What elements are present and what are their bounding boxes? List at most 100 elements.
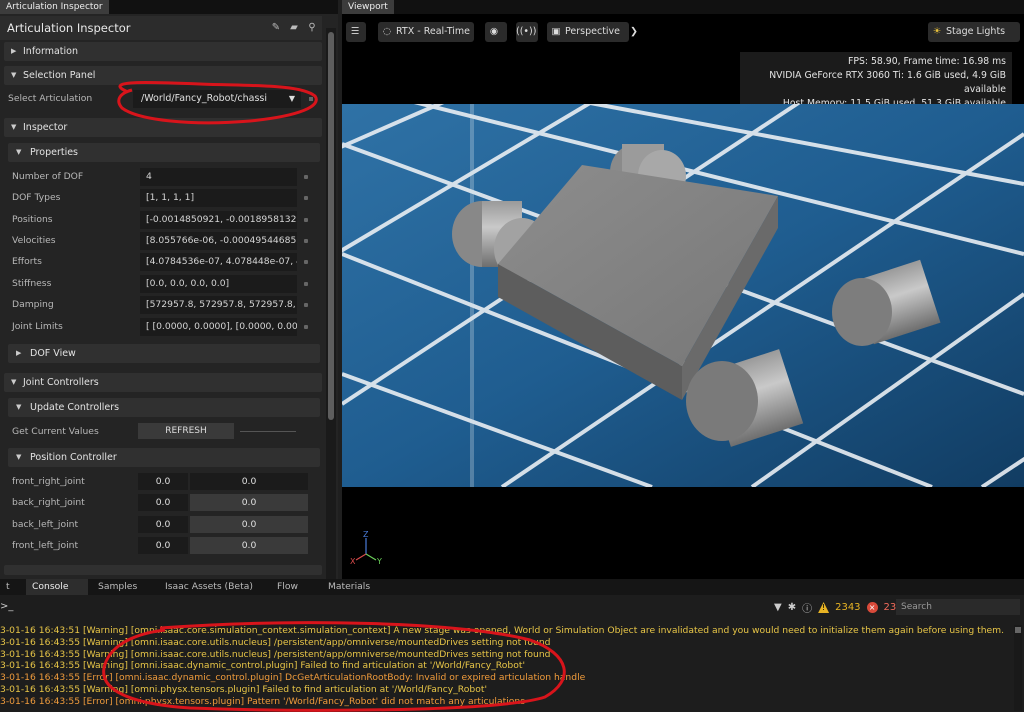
log-line-error: 3-01-16 16:43:55 [Error] [omni.isaac.dyn… bbox=[0, 672, 586, 684]
reset-dot-icon[interactable] bbox=[304, 325, 308, 329]
stage-lights-button[interactable]: ☀ Stage Lights bbox=[928, 22, 1020, 42]
scrollbar-thumb[interactable] bbox=[1015, 627, 1021, 633]
tab-isaac-assets[interactable]: Isaac Assets (Beta) bbox=[159, 579, 259, 595]
property-value[interactable]: 4 bbox=[140, 168, 297, 186]
joint-target-field[interactable]: 0.0 bbox=[138, 494, 188, 511]
section-information[interactable]: ▶ Information bbox=[4, 42, 322, 61]
section-dof-view[interactable]: ▶ DOF View bbox=[8, 344, 320, 363]
panel-title: Articulation Inspector bbox=[7, 21, 131, 35]
axis-gizmo: Z X Y bbox=[350, 530, 382, 566]
slider-track[interactable] bbox=[240, 431, 296, 432]
info-icon[interactable]: ⓘ bbox=[802, 600, 812, 615]
property-key: Stiffness bbox=[12, 278, 52, 289]
tab-partial[interactable]: t bbox=[0, 579, 16, 595]
chevron-right-icon: ❯ bbox=[630, 26, 638, 37]
console-prompt[interactable]: >_ bbox=[0, 601, 13, 612]
folder-icon[interactable]: ▰ bbox=[288, 22, 300, 33]
joint-value-slider[interactable]: 0.0 bbox=[190, 494, 308, 511]
reset-dot-icon[interactable] bbox=[304, 260, 308, 264]
tab-samples[interactable]: Samples bbox=[92, 579, 143, 595]
property-value[interactable]: [4.0784536e-07, 4.078448e-07, 4.0 bbox=[140, 253, 297, 271]
select-articulation-value: /World/Fancy_Robot/chassi bbox=[141, 93, 268, 104]
section-update-controllers-label: Update Controllers bbox=[30, 402, 120, 413]
panel-scrollbar[interactable] bbox=[326, 28, 336, 579]
camera-button[interactable]: ▣ Perspective bbox=[547, 22, 629, 42]
section-position-controller[interactable]: ▼ Position Controller bbox=[8, 448, 320, 467]
console-search-input[interactable]: Search bbox=[896, 599, 1020, 615]
section-update-controllers[interactable]: ▼ Update Controllers bbox=[8, 398, 320, 417]
get-current-values-label: Get Current Values bbox=[12, 426, 99, 437]
log-line: 3-01-16 16:43:55 [Warning] [omni.isaac.d… bbox=[0, 660, 525, 672]
property-value[interactable]: [572957.8, 572957.8, 572957.8, 57 bbox=[140, 296, 297, 314]
visibility-button[interactable]: ◉ bbox=[485, 22, 507, 42]
tab-articulation-inspector[interactable]: Articulation Inspector bbox=[0, 0, 109, 14]
filter-icon[interactable]: ▼ bbox=[774, 602, 782, 613]
axis-z-label: Z bbox=[363, 530, 369, 539]
joint-target-field[interactable]: 0.0 bbox=[138, 516, 188, 533]
reset-dot-icon[interactable] bbox=[304, 196, 308, 200]
bottom-tabstrip: t Console Samples Isaac Assets (Beta) Fl… bbox=[0, 579, 1024, 595]
joint-target-field[interactable]: 0.0 bbox=[138, 537, 188, 554]
property-row: Stiffness [0.0, 0.0, 0.0, 0.0] bbox=[12, 275, 312, 293]
property-value[interactable]: [8.055766e-06, -0.00049544685, 3. bbox=[140, 232, 297, 250]
axis-x-label: X bbox=[350, 557, 356, 566]
tab-flow[interactable]: Flow bbox=[271, 579, 304, 595]
joint-row: back_left_joint 0.0 0.0 bbox=[12, 516, 312, 534]
refresh-button[interactable]: REFRESH bbox=[138, 423, 234, 439]
tab-viewport[interactable]: Viewport bbox=[342, 0, 394, 14]
reset-dot-icon[interactable] bbox=[304, 282, 308, 286]
reset-dot-icon[interactable] bbox=[304, 239, 308, 243]
console-scrollbar[interactable] bbox=[1014, 625, 1022, 711]
link-icon[interactable]: ⚲ bbox=[306, 22, 318, 33]
broadcast-icon: ((•)) bbox=[516, 26, 537, 37]
warning-icon[interactable]: ! bbox=[818, 602, 830, 613]
renderer-button[interactable]: ◌ RTX - Real-Time bbox=[378, 22, 474, 42]
property-row: Velocities [8.055766e-06, -0.00049544685,… bbox=[12, 232, 312, 250]
joint-row: front_left_joint 0.0 0.0 bbox=[12, 537, 312, 555]
section-selection-panel[interactable]: ▼ Selection Panel bbox=[4, 66, 322, 85]
log-line: 3-01-16 16:43:51 [Warning] [omni.isaac.c… bbox=[0, 625, 1005, 636]
log-line: 3-01-16 16:43:55 [Warning] [omni.physx.t… bbox=[0, 683, 487, 695]
property-value[interactable]: [0.0, 0.0, 0.0, 0.0] bbox=[140, 275, 297, 293]
section-joint-controllers-label: Joint Controllers bbox=[23, 377, 99, 388]
reset-dot-icon[interactable] bbox=[309, 97, 313, 101]
expanded-arrow-icon: ▼ bbox=[11, 71, 17, 79]
audio-button[interactable]: ((•)) bbox=[516, 22, 538, 42]
select-articulation-dropdown[interactable]: /World/Fancy_Robot/chassi ▼ bbox=[133, 90, 301, 108]
property-value[interactable]: [1, 1, 1, 1] bbox=[140, 189, 297, 207]
property-value[interactable]: [ [0.0000, 0.0000], [0.0000, 0.0000], bbox=[140, 318, 297, 336]
joint-value-slider[interactable]: 0.0 bbox=[190, 516, 308, 533]
property-row: DOF Types [1, 1, 1, 1] bbox=[12, 189, 312, 207]
scrollbar-thumb[interactable] bbox=[328, 32, 334, 420]
clear-icon[interactable]: ✱ bbox=[788, 602, 796, 613]
joint-target-field[interactable]: 0.0 bbox=[138, 473, 188, 490]
reset-dot-icon[interactable] bbox=[304, 303, 308, 307]
error-icon[interactable]: × bbox=[866, 602, 878, 613]
section-inspector-label: Inspector bbox=[23, 122, 68, 133]
joint-value-slider[interactable]: 0.0 bbox=[190, 537, 308, 554]
edit-icon[interactable]: ✎ bbox=[270, 22, 282, 33]
joint-value-slider[interactable]: 0.0 bbox=[190, 473, 308, 490]
reset-dot-icon[interactable] bbox=[304, 175, 308, 179]
section-joint-controllers[interactable]: ▼ Joint Controllers bbox=[4, 373, 322, 392]
axis-y-label: Y bbox=[376, 557, 382, 566]
section-inspector[interactable]: ▼ Inspector bbox=[4, 118, 322, 137]
console-panel: t Console Samples Isaac Assets (Beta) Fl… bbox=[0, 579, 1024, 712]
property-row: Damping [572957.8, 572957.8, 572957.8, 57 bbox=[12, 296, 312, 314]
tab-materials[interactable]: Materials bbox=[322, 579, 376, 595]
viewport[interactable]: ☰ ◌ RTX - Real-Time ◉ ((•)) ▣ Perspective … bbox=[342, 14, 1024, 579]
property-row: Positions [-0.0014850921, -0.0018958132, … bbox=[12, 211, 312, 229]
console-toolbar: >_ ▼ ✱ ⓘ ! 2343 × 23 Search bbox=[0, 597, 1024, 619]
section-properties[interactable]: ▼ Properties bbox=[8, 143, 320, 162]
section-next-collapsed[interactable] bbox=[4, 565, 322, 575]
settings-sliders-button[interactable]: ☰ bbox=[346, 22, 366, 42]
reset-dot-icon[interactable] bbox=[304, 218, 308, 222]
property-key: DOF Types bbox=[12, 192, 61, 203]
joint-name: front_left_joint bbox=[12, 540, 79, 551]
warning-count: 2343 bbox=[835, 602, 861, 613]
tab-console[interactable]: Console bbox=[26, 579, 88, 595]
toolbar-expand-chevron[interactable]: ❯ bbox=[630, 22, 642, 42]
expanded-arrow-icon: ▼ bbox=[11, 123, 17, 131]
property-value[interactable]: [-0.0014850921, -0.0018958132, 0 bbox=[140, 211, 297, 229]
collapsed-arrow-icon: ▶ bbox=[16, 349, 22, 357]
